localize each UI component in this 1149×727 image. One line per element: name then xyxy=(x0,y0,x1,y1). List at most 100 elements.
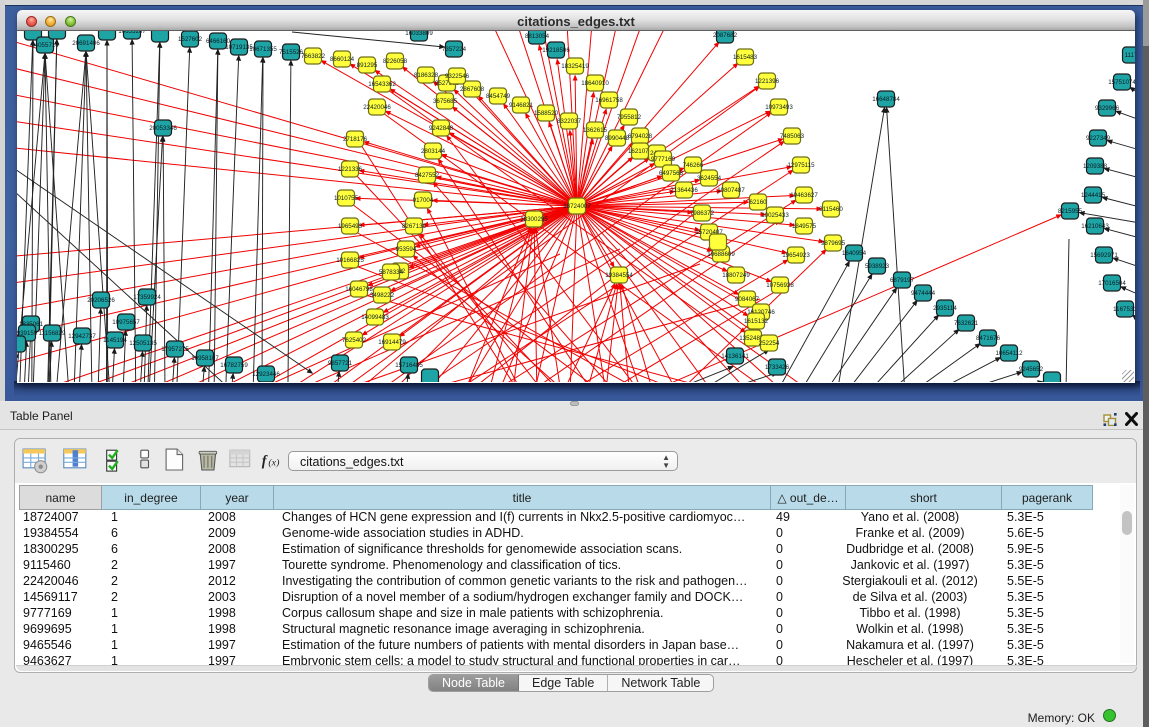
svg-text:9242848: 9242848 xyxy=(429,125,454,132)
svg-text:3675685: 3675685 xyxy=(433,98,458,105)
svg-text:9857721: 9857721 xyxy=(328,360,353,367)
svg-text:1145194: 1145194 xyxy=(103,337,127,344)
svg-text:19463627: 19463627 xyxy=(790,192,818,199)
svg-text:8226058: 8226058 xyxy=(383,58,408,65)
svg-text:9329966: 9329966 xyxy=(1095,105,1120,112)
svg-text:2718176: 2718176 xyxy=(343,136,368,143)
svg-text:19654923: 19654923 xyxy=(782,252,810,259)
svg-text:9777169: 9777169 xyxy=(651,156,676,163)
svg-text:9084067: 9084067 xyxy=(735,296,760,303)
svg-text:9146821: 9146821 xyxy=(509,102,534,109)
svg-text:252254: 252254 xyxy=(759,340,780,347)
svg-text:8322037: 8322037 xyxy=(557,118,582,125)
svg-text:7625402: 7625402 xyxy=(342,337,367,344)
svg-text:12505135: 12505135 xyxy=(129,340,157,347)
svg-text:18325419: 18325419 xyxy=(561,63,589,70)
svg-text:8267130: 8267130 xyxy=(402,223,427,230)
svg-text:20691406: 20691406 xyxy=(72,40,100,47)
svg-text:16782759: 16782759 xyxy=(220,362,248,369)
svg-text:10973493: 10973493 xyxy=(765,104,793,111)
svg-text:(x): (x) xyxy=(268,458,279,469)
svg-text:1527602: 1527602 xyxy=(178,36,203,43)
svg-text:7485063: 7485063 xyxy=(780,133,805,140)
svg-text:1167531: 1167531 xyxy=(1113,306,1135,313)
svg-text:f: f xyxy=(262,454,268,470)
svg-text:17957275: 17957275 xyxy=(161,346,189,353)
svg-text:1588520: 1588520 xyxy=(534,110,559,117)
svg-text:9879695: 9879695 xyxy=(821,240,846,247)
svg-text:16961758: 16961758 xyxy=(595,97,623,104)
svg-text:7632621: 7632621 xyxy=(954,320,979,327)
svg-text:16914479: 16914479 xyxy=(378,339,406,346)
svg-text:7663822: 7663822 xyxy=(301,53,326,60)
svg-text:1221336: 1221336 xyxy=(338,166,363,173)
svg-text:5878334: 5878334 xyxy=(379,269,404,276)
svg-text:6879197: 6879197 xyxy=(890,277,915,284)
svg-text:917004: 917004 xyxy=(413,197,434,204)
svg-text:10807487: 10807487 xyxy=(717,187,745,194)
svg-text:16033809: 16033809 xyxy=(405,31,433,37)
svg-text:19166825: 19166825 xyxy=(336,257,364,264)
svg-text:24055714: 24055714 xyxy=(31,42,59,49)
svg-text:10654112: 10654112 xyxy=(995,350,1023,357)
svg-text:18300295: 18300295 xyxy=(520,216,548,223)
svg-text:8427552: 8427552 xyxy=(415,172,440,179)
svg-text:7955812: 7955812 xyxy=(617,114,642,121)
svg-text:9322546: 9322546 xyxy=(445,73,470,80)
svg-text:10655267: 10655267 xyxy=(118,31,146,35)
svg-text:1010755: 1010755 xyxy=(334,195,359,202)
svg-text:19384554: 19384554 xyxy=(605,272,633,279)
svg-text:62160: 62160 xyxy=(749,199,767,206)
svg-text:10025433: 10025433 xyxy=(761,212,789,219)
svg-text:2803144: 2803144 xyxy=(421,148,446,155)
svg-text:8990448: 8990448 xyxy=(605,135,630,142)
svg-text:953594: 953594 xyxy=(396,246,417,253)
svg-text:5938923: 5938923 xyxy=(865,263,890,270)
svg-text:19218506: 19218506 xyxy=(542,47,570,54)
svg-text:746266: 746266 xyxy=(683,162,704,169)
svg-text:17016504: 17016504 xyxy=(1098,280,1126,287)
svg-text:18724007: 18724007 xyxy=(563,203,591,210)
svg-text:1117: 1117 xyxy=(1125,52,1135,59)
svg-text:20053346: 20053346 xyxy=(149,125,177,132)
svg-text:1615483: 1615483 xyxy=(733,54,758,61)
svg-text:8660124: 8660124 xyxy=(330,56,355,63)
svg-text:12975115: 12975115 xyxy=(787,162,815,169)
svg-text:12942737: 12942737 xyxy=(68,333,96,340)
svg-text:891295: 891295 xyxy=(357,62,378,69)
svg-text:11156829: 11156829 xyxy=(39,330,66,337)
svg-text:10975657: 10975657 xyxy=(112,319,140,326)
svg-text:1209388: 1209388 xyxy=(1083,163,1108,170)
svg-text:10688609: 10688609 xyxy=(707,251,735,258)
svg-text:2087682: 2087682 xyxy=(713,32,738,39)
svg-text:7986372: 7986372 xyxy=(690,210,715,217)
svg-text:15751074: 15751074 xyxy=(1108,79,1135,86)
svg-text:18807249: 18807249 xyxy=(722,272,750,279)
svg-text:14099483: 14099483 xyxy=(361,314,389,321)
svg-text:8813054: 8813054 xyxy=(525,33,550,40)
svg-text:9115460: 9115460 xyxy=(819,206,843,213)
svg-text:16648784: 16648784 xyxy=(872,96,900,103)
svg-text:12923446: 12923446 xyxy=(252,371,280,378)
svg-text:8454749: 8454749 xyxy=(486,93,511,100)
svg-text:17359924: 17359924 xyxy=(133,294,161,301)
svg-text:14136141: 14136141 xyxy=(721,353,749,360)
svg-text:1244415: 1244415 xyxy=(1081,192,1106,199)
svg-text:6497568: 6497568 xyxy=(659,170,684,177)
svg-text:21364436: 21364436 xyxy=(670,187,698,194)
svg-text:8186328: 8186328 xyxy=(414,72,439,79)
svg-text:7515526: 7515526 xyxy=(279,49,304,56)
svg-text:16210643: 16210643 xyxy=(1081,223,1109,230)
svg-text:10756928: 10756928 xyxy=(766,282,794,289)
svg-text:1849575: 1849575 xyxy=(792,223,817,230)
svg-text:3498222: 3498222 xyxy=(370,292,395,299)
svg-text:10958107: 10958107 xyxy=(191,355,219,362)
svg-text:1640954: 1640954 xyxy=(842,250,867,257)
svg-text:1965493: 1965493 xyxy=(338,223,363,230)
svg-text:1615132: 1615132 xyxy=(744,318,769,325)
svg-text:1733426: 1733426 xyxy=(765,364,790,371)
svg-text:18640910: 18640910 xyxy=(581,80,609,87)
svg-text:9245652: 9245652 xyxy=(1019,366,1044,373)
svg-text:1221396: 1221396 xyxy=(755,78,780,85)
svg-text:9474444: 9474444 xyxy=(911,290,936,297)
